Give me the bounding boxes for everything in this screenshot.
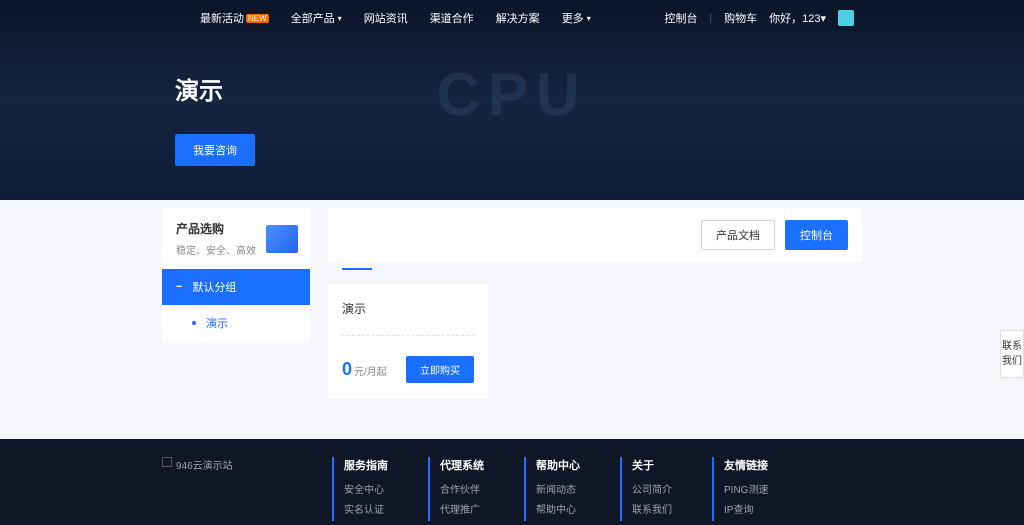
sidebar-card: 产品选购 稳定、安全、高效 bbox=[162, 208, 310, 269]
footer-link[interactable]: 代理推广 bbox=[440, 501, 484, 516]
nav-cooperation[interactable]: 渠道合作 bbox=[430, 10, 474, 26]
content-toolbar: 产品文档 控制台 bbox=[328, 208, 862, 262]
sidebar-card-sub: 稳定、安全、高效 bbox=[176, 242, 256, 257]
chevron-down-icon: ▾ bbox=[587, 14, 591, 23]
footer-link[interactable]: 实名认证 bbox=[344, 501, 388, 516]
nav-products[interactable]: 全部产品▾ bbox=[291, 10, 342, 26]
top-nav: 最新活动NEW 全部产品▾ 网站资讯 渠道合作 解决方案 更多▾ 控制台 | 购… bbox=[0, 0, 1024, 36]
nav-console[interactable]: 控制台 bbox=[665, 10, 698, 26]
contact-float[interactable]: 联系我们 bbox=[1000, 330, 1024, 378]
nav-news[interactable]: 网站资讯 bbox=[364, 10, 408, 26]
sidebar-card-title: 产品选购 bbox=[176, 220, 256, 237]
footer-col: 代理系统合作伙伴代理推广 bbox=[428, 457, 484, 521]
product-title: 演示 bbox=[342, 300, 474, 317]
sidebar-group[interactable]: −默认分组 bbox=[162, 269, 310, 305]
footer-col-title: 代理系统 bbox=[440, 457, 484, 473]
nav-latest[interactable]: 最新活动NEW bbox=[200, 10, 269, 26]
console-button[interactable]: 控制台 bbox=[785, 220, 848, 250]
nav-cart[interactable]: 购物车 bbox=[724, 10, 757, 26]
footer-col-title: 关于 bbox=[632, 457, 672, 473]
cube-icon bbox=[266, 225, 298, 253]
footer-link[interactable]: 安全中心 bbox=[344, 481, 388, 496]
footer-col-title: 帮助中心 bbox=[536, 457, 580, 473]
footer-col-title: 服务指南 bbox=[344, 457, 388, 473]
page-title: 演示 bbox=[175, 71, 875, 106]
footer-link[interactable]: IP查询 bbox=[724, 501, 768, 516]
doc-button[interactable]: 产品文档 bbox=[701, 220, 775, 250]
dot-icon bbox=[192, 321, 196, 325]
buy-button[interactable]: 立即购买 bbox=[406, 356, 474, 383]
minus-icon: − bbox=[176, 281, 182, 293]
divider-line bbox=[342, 335, 474, 336]
footer-logo: 946云演示站 bbox=[162, 457, 332, 521]
price-unit: 元/月起 bbox=[354, 367, 387, 378]
chevron-down-icon: ▾ bbox=[338, 14, 342, 23]
footer-link[interactable]: 合作伙伴 bbox=[440, 481, 484, 496]
sidebar-item-demo[interactable]: 演示 bbox=[162, 305, 310, 341]
tab-indicator bbox=[342, 268, 372, 270]
product-card: 演示 0元/月起 立即购买 bbox=[328, 284, 488, 399]
footer-link[interactable]: 帮助中心 bbox=[536, 501, 580, 516]
footer-link[interactable]: 新闻动态 bbox=[536, 481, 580, 496]
consult-button[interactable]: 我要咨询 bbox=[175, 134, 255, 166]
footer-col: 友情链接 PING测速 IP查询 bbox=[712, 457, 768, 521]
chevron-down-icon: ▾ bbox=[820, 12, 826, 25]
divider: | bbox=[710, 13, 713, 24]
footer-col: 帮助中心新闻动态帮助中心 bbox=[524, 457, 580, 521]
price-value: 0 bbox=[342, 359, 352, 379]
footer-col-title: 友情链接 bbox=[724, 457, 768, 473]
image-icon bbox=[162, 457, 172, 467]
new-badge: NEW bbox=[246, 14, 269, 23]
nav-more[interactable]: 更多▾ bbox=[562, 10, 591, 26]
footer-col: 服务指南安全中心实名认证 bbox=[332, 457, 388, 521]
footer-link[interactable]: PING测速 bbox=[724, 481, 768, 496]
nav-user[interactable]: 你好，123▾ bbox=[769, 10, 826, 26]
footer-link[interactable]: 公司简介 bbox=[632, 481, 672, 496]
nav-solutions[interactable]: 解决方案 bbox=[496, 10, 540, 26]
avatar[interactable] bbox=[838, 10, 854, 26]
footer-col: 关于公司简介联系我们 bbox=[620, 457, 672, 521]
footer-link[interactable]: 联系我们 bbox=[632, 501, 672, 516]
